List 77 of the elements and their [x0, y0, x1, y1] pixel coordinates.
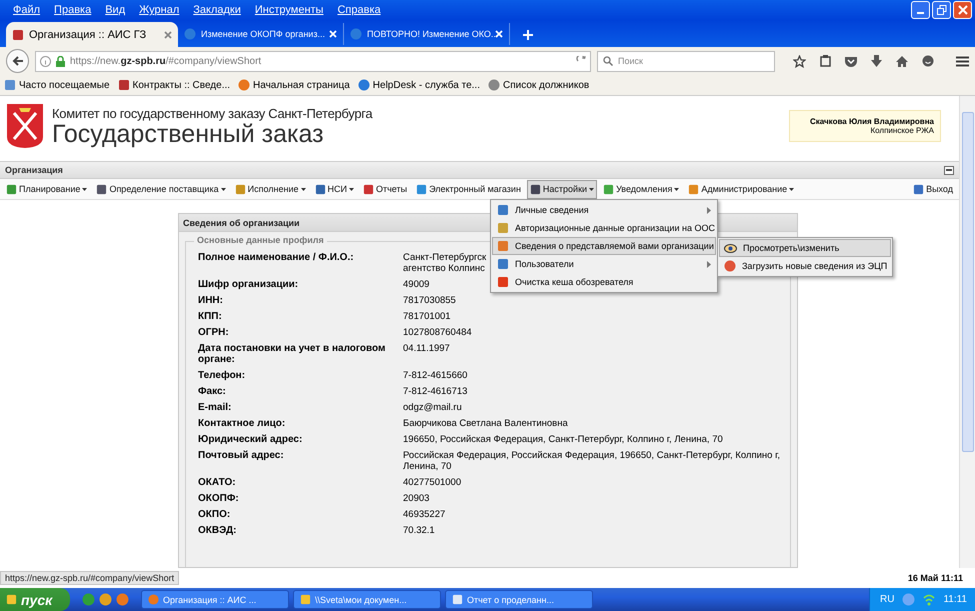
menu-item[interactable]: Пользователи	[492, 255, 716, 273]
field-label: Полное наименование / Ф.И.О.:	[198, 252, 355, 265]
user-organization: Колпинское РЖА	[870, 126, 934, 135]
menu-item[interactable]: Загрузить новые сведения из ЭЦП	[719, 257, 891, 275]
field-value: Баюрчикова Светлана Валентиновна	[403, 418, 568, 429]
field-value: 7-812-4616713	[403, 386, 468, 397]
toolbar-menu-button[interactable]: Планирование	[3, 180, 90, 198]
field-value: 49009	[403, 279, 430, 290]
bookmark-link[interactable]: Контракты :: Сведе...	[118, 79, 230, 91]
field-label: Юридический адрес:	[198, 434, 304, 445]
toolbar-menu-button[interactable]: Исполнение	[232, 180, 308, 198]
menu-item[interactable]: Журнал	[132, 4, 186, 16]
toolbar-menu-button[interactable]: Электронный магазин	[413, 180, 524, 198]
field-value: odgz@mail.ru	[403, 402, 462, 413]
menu-item[interactable]: Очистка кеша обозревателя	[492, 273, 716, 291]
header-title: Государственный заказ	[52, 120, 324, 146]
field-label: ОКАТО:	[198, 477, 237, 488]
field-value: Санкт-Петербургск агентство Колпинс	[403, 252, 486, 274]
browser-tab[interactable]: Изменение ОКОПФ организ...	[178, 23, 344, 45]
exit-button[interactable]: Выход	[910, 180, 956, 198]
field-value: 1027808760484	[403, 327, 472, 338]
menu-item[interactable]: Справка	[330, 4, 388, 16]
field-label: Факс:	[198, 386, 227, 397]
start-button[interactable]: пуск	[0, 588, 70, 611]
menu-item[interactable]: Просмотреть\изменить	[719, 239, 891, 257]
search-field[interactable]: Поиск	[597, 50, 775, 72]
field-label: ОГРН:	[198, 327, 230, 338]
field-value: 20903	[403, 493, 430, 504]
field-label: ОКОПФ:	[198, 493, 240, 504]
menu-item[interactable]: Инструменты	[248, 4, 330, 16]
field-label: ОКВЭД:	[198, 525, 238, 536]
taskbar-button[interactable]: \\Sveta\мои докумен...	[293, 590, 441, 609]
field-value: 7817030855	[403, 295, 456, 306]
field-label: Контактное лицо:	[198, 418, 286, 429]
toolbar-menu-button[interactable]: Уведомления	[600, 180, 682, 198]
field-value: 7-812-4615660	[403, 370, 468, 381]
date-time-text: 16 Май 11:11	[908, 573, 964, 583]
panel-title: Организация	[5, 165, 63, 175]
toolbar-menu-button[interactable]: Определение поставщика	[93, 180, 229, 198]
toolbar-menu-button[interactable]: Отчеты	[360, 180, 410, 198]
menu-item[interactable]: Правка	[47, 4, 98, 16]
field-value: Российская Федерация, Российская Федерация, 196650, Санкт-Петербург, Колпино г, Ленина, 70	[403, 450, 782, 472]
status-url: https://new.gz-spb.ru/#company/viewShort	[0, 571, 180, 585]
menu-item[interactable]: Закладки	[186, 4, 248, 16]
browser-tab[interactable]: Организация :: АИС ГЗ	[6, 22, 178, 47]
fieldset-legend: Основные данные профиля	[194, 235, 327, 245]
field-value: 196650, Российская Федерация, Санкт-Петербург, Колпино г, Ленина, 70	[403, 434, 723, 445]
bookmark-link[interactable]: Начальная страница	[238, 79, 350, 91]
toolbar-menu-button[interactable]: Администрирование	[685, 180, 798, 198]
field-label: Почтовый адрес:	[198, 450, 285, 463]
browser-tab[interactable]: ПОВТОРНО! Изменение ОКО...	[344, 23, 510, 45]
field-value: 781701001	[403, 311, 451, 322]
menu-item[interactable]: Вид	[98, 4, 132, 16]
toolbar-menu-button[interactable]: Настройки	[526, 180, 598, 198]
field-label: ОКПО:	[198, 509, 232, 520]
field-label: Шифр организации:	[198, 279, 300, 290]
bookmark-link[interactable]: HelpDesk - служба те...	[358, 79, 480, 91]
field-value: 70.32.1	[403, 525, 435, 536]
field-label: Телефон:	[198, 370, 246, 381]
toolbar-menu-button[interactable]: НСИ	[312, 180, 357, 198]
taskbar-button[interactable]: Организация :: АИС ...	[141, 590, 289, 609]
bookmark-link[interactable]: Список должников	[488, 79, 590, 91]
field-label: КПП:	[198, 311, 223, 322]
field-value: 04.11.1997	[403, 343, 450, 356]
address-field[interactable]: https://new.gz-spb.ru/#company/viewShort	[35, 50, 591, 72]
header-subtitle: Комитет по государственному заказу Санкт-Петербурга	[52, 106, 372, 120]
menu-item[interactable]: Файл	[6, 4, 48, 16]
bookmark-link[interactable]: Часто посещаемые	[4, 79, 110, 91]
field-value: 46935227	[403, 509, 446, 520]
user-name: Скачкова Юлия Владимировна	[810, 117, 934, 126]
menu-item[interactable]: Сведения о представляемой вами организации	[492, 237, 716, 255]
taskbar-button[interactable]: Отчет о проделанн...	[445, 590, 593, 609]
field-label: ИНН:	[198, 295, 224, 306]
field-value: 40277501000	[403, 477, 462, 488]
clock: 11:11	[943, 594, 967, 605]
field-label: E-mail:	[198, 402, 232, 413]
field-label: Дата постановки на учет в налоговом органе:	[198, 343, 386, 365]
